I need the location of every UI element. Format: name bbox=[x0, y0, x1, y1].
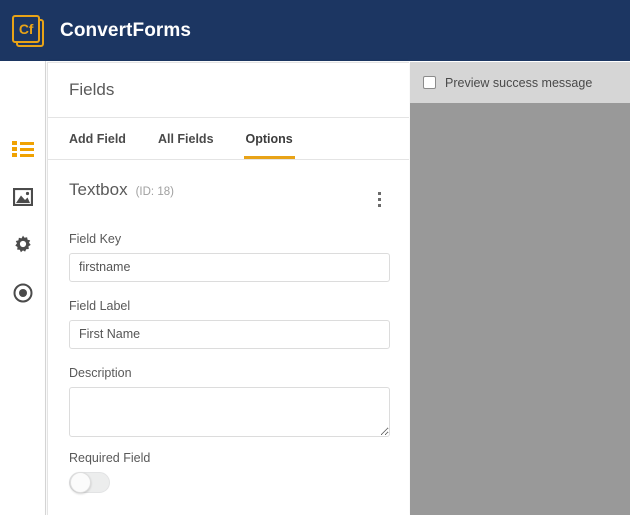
preview-success-message-label: Preview success message bbox=[445, 75, 593, 90]
description-label: Description bbox=[69, 365, 132, 380]
convertforms-logo-icon: Cf bbox=[12, 14, 44, 47]
required-field-toggle[interactable] bbox=[69, 471, 110, 493]
kebab-menu-icon[interactable] bbox=[370, 190, 388, 210]
kebab-dot bbox=[377, 198, 381, 201]
tab-add-field[interactable]: Add Field bbox=[69, 118, 126, 159]
tab-options[interactable]: Options bbox=[243, 118, 295, 159]
field-type-title: Textbox bbox=[69, 180, 128, 199]
panel-body: Textbox (ID: 18) Field Key Field Label D… bbox=[48, 160, 409, 493]
app-header: Cf ConvertForms bbox=[0, 0, 630, 61]
sidebar-item-design[interactable] bbox=[0, 182, 46, 216]
required-field-label: Required Field bbox=[69, 450, 151, 465]
description-group: Description bbox=[69, 365, 390, 437]
list-icon bbox=[12, 140, 34, 163]
field-key-group: Field Key bbox=[69, 231, 390, 282]
sidebar-item-publish[interactable] bbox=[0, 278, 46, 312]
gear-icon bbox=[13, 235, 33, 260]
field-label-label: Field Label bbox=[69, 298, 131, 313]
field-id-label: (ID: 18) bbox=[135, 186, 174, 198]
toggle-knob bbox=[70, 471, 91, 493]
kebab-dot bbox=[377, 192, 381, 195]
page-title: Fields bbox=[69, 80, 115, 99]
panel-tabs: Add Field All Fields Options bbox=[48, 118, 409, 160]
description-textarea[interactable] bbox=[69, 386, 390, 437]
app-root: Cf ConvertForms Fields Add Field All Fie… bbox=[0, 0, 630, 515]
field-header: Textbox (ID: 18) bbox=[69, 180, 388, 210]
preview-success-message-checkbox[interactable] bbox=[423, 76, 436, 89]
tab-all-fields[interactable]: All Fields bbox=[158, 118, 214, 159]
preview-canvas bbox=[410, 103, 630, 515]
field-key-input[interactable] bbox=[69, 252, 390, 282]
logo-letters: Cf bbox=[12, 14, 40, 43]
fields-panel: Fields Add Field All Fields Options Text… bbox=[47, 62, 409, 515]
sidebar-item-fields[interactable] bbox=[0, 134, 46, 168]
field-label-group: Field Label bbox=[69, 298, 390, 349]
kebab-dot bbox=[377, 204, 381, 207]
sidebar-item-settings[interactable] bbox=[0, 230, 46, 264]
panel-header: Fields bbox=[48, 63, 409, 118]
field-label-input[interactable] bbox=[69, 319, 390, 349]
image-icon bbox=[12, 187, 34, 211]
preview-toolbar: Preview success message bbox=[410, 62, 630, 103]
preview-pane: Preview success message bbox=[410, 62, 630, 515]
field-key-label: Field Key bbox=[69, 231, 122, 246]
brand-name: ConvertForms bbox=[60, 19, 192, 41]
required-field-group: Required Field bbox=[69, 451, 388, 493]
radio-target-icon bbox=[13, 283, 33, 308]
sidebar-rail bbox=[0, 61, 46, 515]
